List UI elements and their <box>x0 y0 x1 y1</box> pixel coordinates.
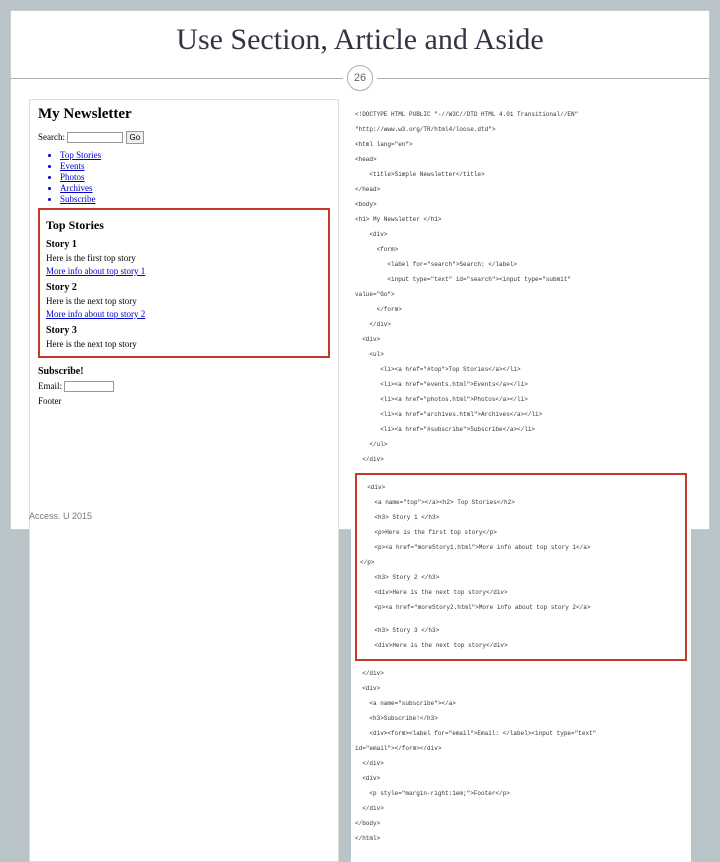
code-line: <div> <box>355 231 687 239</box>
code-line: <label for="search">Search: </label> <box>355 261 687 269</box>
code-line: <div>Here is the next top story</div> <box>360 589 682 597</box>
code-line: <div>Here is the next top story</div> <box>360 642 682 650</box>
code-line: <h3> Story 1 </h3> <box>360 514 682 522</box>
nav-item[interactable]: Photos <box>60 172 330 182</box>
code-line: </form> <box>355 306 687 314</box>
code-line: <html lang="en"> <box>355 141 687 149</box>
top-stories-heading: Top Stories <box>46 218 322 233</box>
story-heading: Story 1 <box>46 239 322 250</box>
slide-title: Use Section, Article and Aside <box>11 11 709 65</box>
code-line: <!DOCTYPE HTML PUBLIC "-//W3C//DTD HTML … <box>355 111 687 119</box>
search-row: Search: Go <box>38 131 330 144</box>
source-code-panel: <!DOCTYPE HTML PUBLIC "-//W3C//DTD HTML … <box>351 99 691 862</box>
code-line: <head> <box>355 156 687 164</box>
code-line: </html> <box>355 835 687 843</box>
code-line: </div> <box>355 321 687 329</box>
code-line: <li><a href="archives.html">Archives</a>… <box>355 411 687 419</box>
code-line: <p><a href="moreStory1.html">More info a… <box>360 544 682 552</box>
story-heading: Story 3 <box>46 325 322 336</box>
story-text: Here is the next top story <box>46 296 322 306</box>
subscribe-heading: Subscribe! <box>38 366 330 377</box>
story-link[interactable]: More info about top story 2 <box>46 309 322 319</box>
title-divider: 26 <box>11 65 709 91</box>
code-line: <a name="top"></a><h2> Top Stories</h2> <box>360 499 682 507</box>
code-line: <li><a href="photos.html">Photos</a></li… <box>355 396 687 404</box>
story-link[interactable]: More info about top story 1 <box>46 266 322 276</box>
search-label: Search: <box>38 132 65 142</box>
nav-item[interactable]: Archives <box>60 183 330 193</box>
go-button[interactable]: Go <box>126 131 145 144</box>
code-line: <input type="text" id="search"><input ty… <box>355 276 687 284</box>
code-line: <h3>Subscribe!</h3> <box>355 715 687 723</box>
email-row: Email: <box>38 381 330 392</box>
slide-footer: Access. U 2015 <box>29 511 92 521</box>
footer-label: Footer <box>38 396 330 406</box>
code-line: <div> <box>355 775 687 783</box>
rendered-preview: My Newsletter Search: Go Top Stories Eve… <box>29 99 339 862</box>
code-line: <form> <box>355 246 687 254</box>
nav-list: Top Stories Events Photos Archives Subsc… <box>60 150 330 204</box>
code-line: <li><a href="#top">Top Stories</a></li> <box>355 366 687 374</box>
nav-item[interactable]: Events <box>60 161 330 171</box>
code-line: <h3> Story 3 </h3> <box>360 627 682 635</box>
code-line: <p>Here is the first top story</p> <box>360 529 682 537</box>
code-line: <p style="margin-right:1em;">Footer</p> <box>355 790 687 798</box>
highlighted-code-block: <div> <a name="top"></a><h2> Top Stories… <box>355 473 687 661</box>
code-line: </body> <box>355 820 687 828</box>
nav-item[interactable]: Top Stories <box>60 150 330 160</box>
code-line: <li><a href="events.html">Events</a></li… <box>355 381 687 389</box>
code-line: </ul> <box>355 441 687 449</box>
highlighted-section-left: Top Stories Story 1 Here is the first to… <box>38 208 330 358</box>
code-line: id="email"></form></div> <box>355 745 687 753</box>
code-line: <body> <box>355 201 687 209</box>
code-line: <li><a href="#subscribe">Subscribe</a></… <box>355 426 687 434</box>
code-line: <ul> <box>355 351 687 359</box>
slide-container: Use Section, Article and Aside 26 My New… <box>10 10 710 530</box>
code-line: value="Go"> <box>355 291 687 299</box>
story-text: Here is the first top story <box>46 253 322 263</box>
code-line: </div> <box>355 670 687 678</box>
code-line: <div><form><label for="email">Email: </l… <box>355 730 687 738</box>
code-line: </head> <box>355 186 687 194</box>
code-line: </p> <box>360 559 682 567</box>
code-line: <title>Simple Newsletter</title> <box>355 171 687 179</box>
email-input[interactable] <box>64 381 114 392</box>
code-line: "http://www.w3.org/TR/html4/loose.dtd"> <box>355 126 687 134</box>
page-number: 26 <box>347 65 373 91</box>
code-line: <a name="subscribe"></a> <box>355 700 687 708</box>
story-text: Here is the next top story <box>46 339 322 349</box>
search-input[interactable] <box>67 132 123 143</box>
code-line: </div> <box>355 456 687 464</box>
code-line: <div> <box>355 685 687 693</box>
newsletter-heading: My Newsletter <box>38 106 330 123</box>
code-line: <h3> Story 2 </h3> <box>360 574 682 582</box>
code-line: </div> <box>355 805 687 813</box>
code-line: <h1> My Newsletter </h1> <box>355 216 687 224</box>
nav-item[interactable]: Subscribe <box>60 194 330 204</box>
email-label: Email: <box>38 381 62 391</box>
story-heading: Story 2 <box>46 282 322 293</box>
code-line: <div> <box>355 336 687 344</box>
code-line: <p><a href="moreStory2.html">More info a… <box>360 604 682 612</box>
content-area: My Newsletter Search: Go Top Stories Eve… <box>11 91 709 862</box>
code-line: <div> <box>360 484 682 492</box>
code-line: </div> <box>355 760 687 768</box>
